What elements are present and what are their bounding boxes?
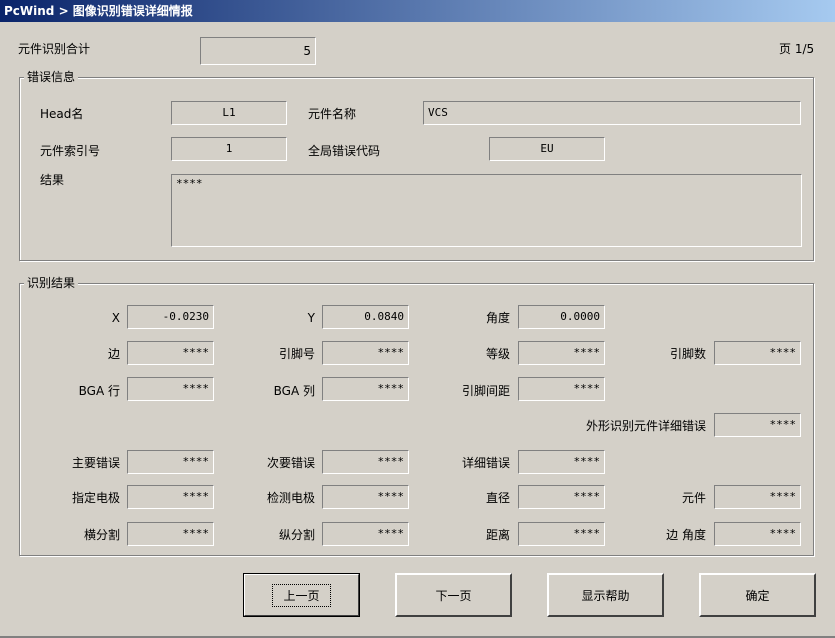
global-code-label: 全局错误代码: [308, 144, 381, 158]
result-value: ****: [171, 174, 802, 247]
grade-label: 等级: [485, 347, 510, 361]
total-label: 元件识别合计: [18, 42, 91, 56]
bga-col-label: BGA 列: [273, 384, 315, 398]
pin-no-value: ****: [322, 341, 409, 365]
pin-pitch-label: 引脚间距: [461, 384, 510, 398]
ok-button[interactable]: 确定: [699, 573, 816, 617]
spec-elec-label: 指定电极: [71, 491, 120, 505]
shape-err-label: 外形识别元件详细错误: [585, 419, 706, 433]
pin-count-value: ****: [714, 341, 801, 365]
pin-count-label: 引脚数: [669, 347, 706, 361]
sub-err-value: ****: [322, 450, 409, 474]
total-value: 5: [200, 37, 316, 65]
head-label: Head名: [40, 107, 84, 121]
diameter-label: 直径: [485, 491, 510, 505]
grade-value: ****: [518, 341, 605, 365]
part-name-value: VCS: [423, 101, 801, 125]
diameter-value: ****: [518, 485, 605, 509]
head-value: L1: [171, 101, 287, 125]
part-name-label: 元件名称: [308, 107, 357, 121]
edge-angle-label: 边 角度: [666, 528, 706, 542]
hsplit-value: ****: [127, 522, 214, 546]
prev-page-label: 上一页: [272, 583, 331, 607]
distance-value: ****: [518, 522, 605, 546]
pin-pitch-value: ****: [518, 377, 605, 401]
global-code-value: EU: [489, 137, 605, 161]
spec-elec-value: ****: [127, 485, 214, 509]
angle-value: 0.0000: [518, 305, 605, 329]
pin-no-label: 引脚号: [278, 347, 315, 361]
part-label: 元件: [681, 491, 706, 505]
sub-err-label: 次要错误: [266, 456, 315, 470]
part-index-label: 元件索引号: [40, 144, 101, 158]
error-info-title: 错误信息: [24, 70, 79, 84]
detect-elec-value: ****: [322, 485, 409, 509]
edge-value: ****: [127, 341, 214, 365]
vsplit-value: ****: [322, 522, 409, 546]
main-err-value: ****: [127, 450, 214, 474]
recog-title: 识别结果: [24, 276, 79, 290]
detail-err-value: ****: [518, 450, 605, 474]
bga-col-value: ****: [322, 377, 409, 401]
help-button[interactable]: 显示帮助: [547, 573, 664, 617]
edge-label: 边: [107, 347, 120, 361]
distance-label: 距离: [485, 528, 510, 542]
bga-row-value: ****: [127, 377, 214, 401]
angle-label: 角度: [485, 311, 510, 325]
detail-err-label: 详细错误: [461, 456, 510, 470]
main-err-label: 主要错误: [71, 456, 120, 470]
y-label: Y: [307, 311, 315, 325]
part-index-value: 1: [171, 137, 287, 161]
part-value: ****: [714, 485, 801, 509]
page-indicator: 页 1/5: [779, 42, 815, 56]
shape-err-value: ****: [714, 413, 801, 437]
hsplit-label: 横分割: [83, 528, 120, 542]
x-label: X: [111, 311, 120, 325]
prev-page-button[interactable]: 上一页: [243, 573, 360, 617]
detect-elec-label: 检测电极: [266, 491, 315, 505]
x-value: -0.0230: [127, 305, 214, 329]
y-value: 0.0840: [322, 305, 409, 329]
vsplit-label: 纵分割: [278, 528, 315, 542]
window-title: PcWind > 图像识别错误详细情报: [0, 0, 835, 22]
next-page-button[interactable]: 下一页: [395, 573, 512, 617]
bga-row-label: BGA 行: [78, 384, 120, 398]
edge-angle-value: ****: [714, 522, 801, 546]
result-label: 结果: [40, 173, 65, 187]
